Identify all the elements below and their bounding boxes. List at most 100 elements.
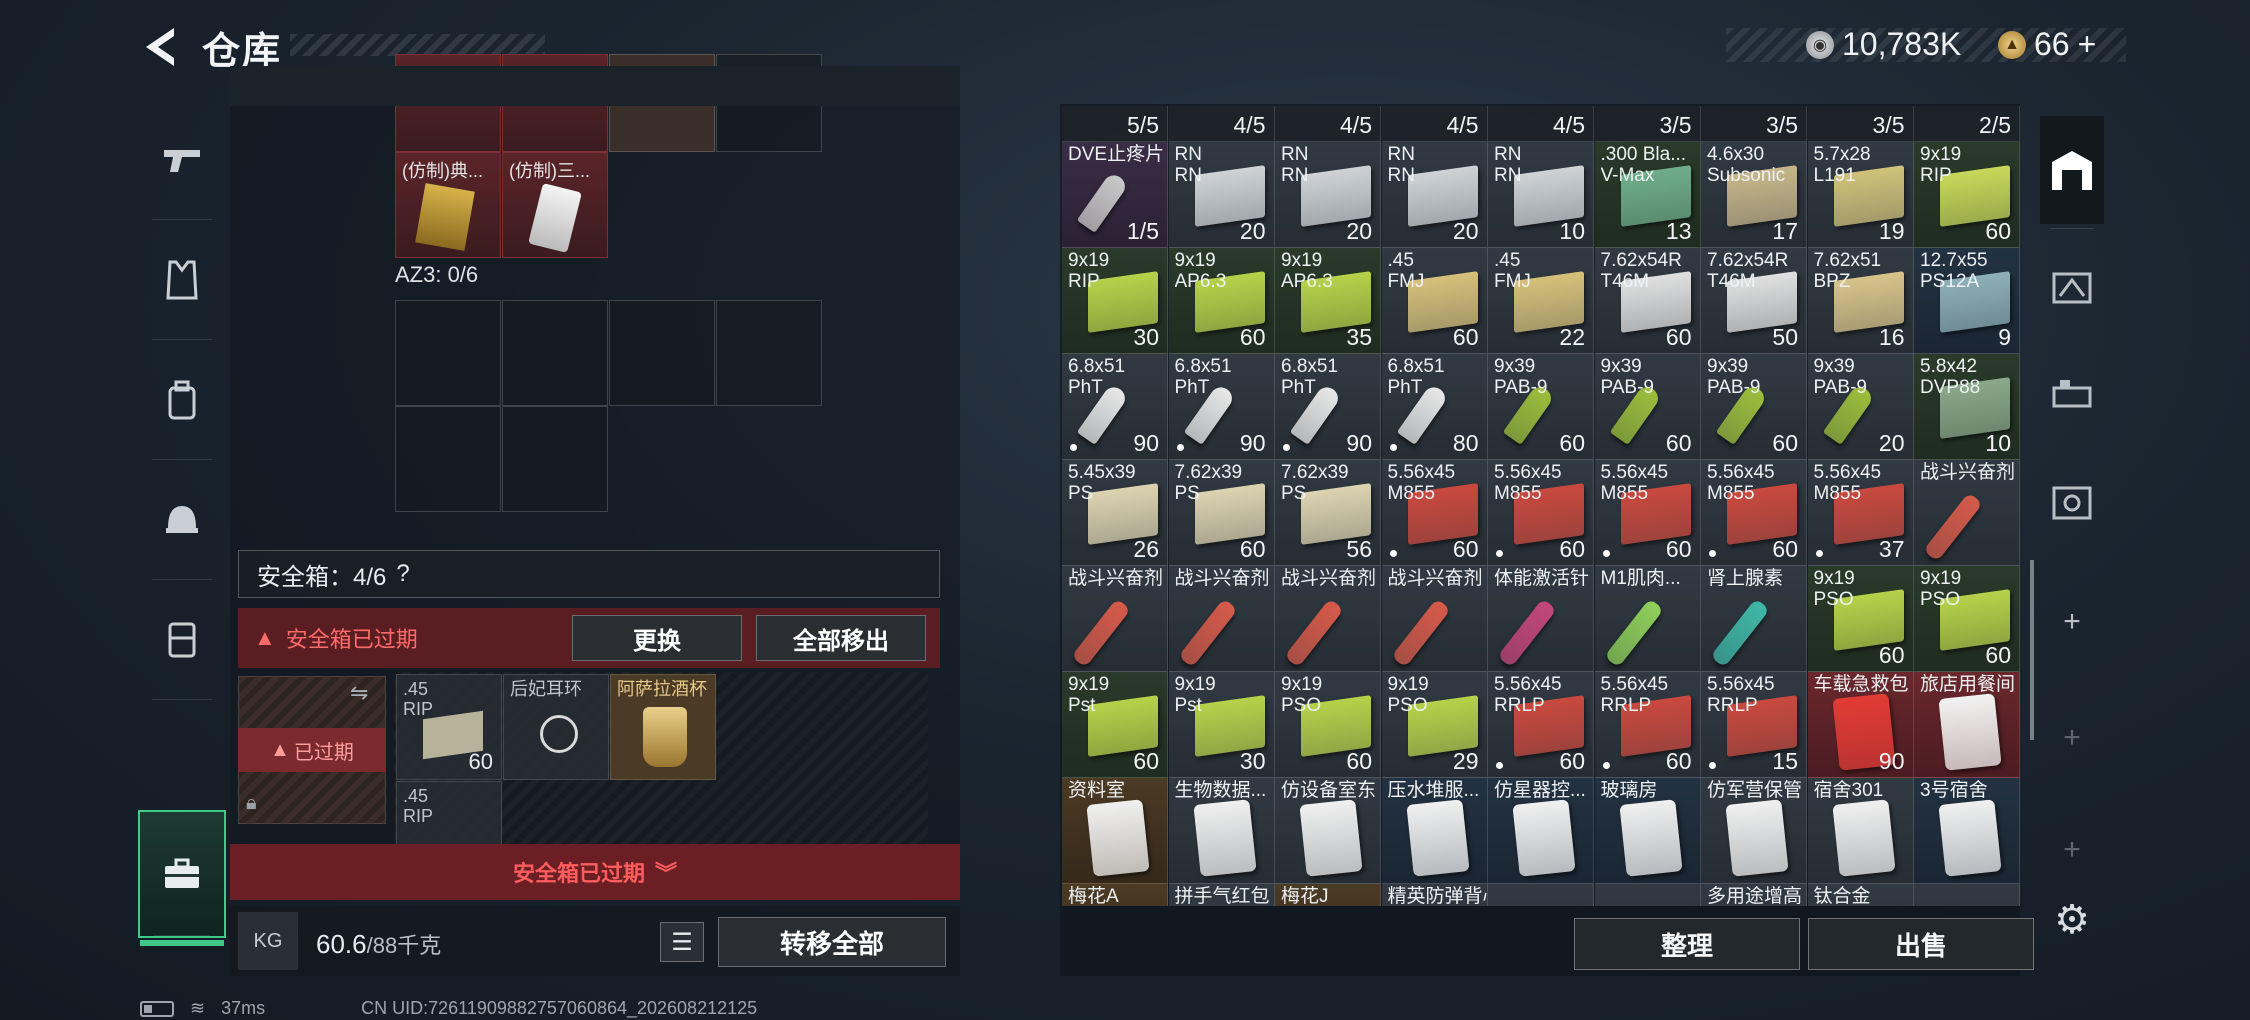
stash-item[interactable]: 精英防弹背心 — [1381, 884, 1488, 906]
stash-item[interactable]: .45 FMJ 60 — [1381, 248, 1488, 354]
stash-item[interactable]: 9x19 PSO 29 — [1381, 672, 1488, 778]
stash-item[interactable]: 5.8x42 DVP88 10 — [1914, 354, 2020, 460]
stash-item[interactable]: 5.56x45 M855 37 — [1807, 460, 1914, 566]
stash-item[interactable]: 5.56x45 RRLP 60 — [1594, 672, 1701, 778]
rnav-vault[interactable] — [2040, 448, 2104, 556]
az3-slot[interactable] — [502, 300, 608, 406]
replace-button[interactable]: 更换 — [572, 615, 742, 661]
stash-cell-partial[interactable]: 3/5 — [1807, 106, 1914, 142]
gold-plus-icon[interactable]: + — [2078, 26, 2097, 63]
stash-item[interactable]: 3号宿舍 — [1914, 778, 2020, 884]
rnav-warehouse[interactable] — [2040, 116, 2104, 224]
stash-item[interactable]: 5.56x45 RRLP 15 — [1701, 672, 1807, 778]
stash-item[interactable]: RN RN 20 — [1275, 142, 1381, 248]
stash-item[interactable]: 5.7x28 L191 19 — [1807, 142, 1914, 248]
az3-slot[interactable] — [395, 406, 501, 512]
stash-item[interactable]: 压水堆服... — [1381, 778, 1488, 884]
stash-item[interactable]: 7.62x39 PS 60 — [1168, 460, 1275, 566]
nav-safe-box[interactable] — [138, 810, 226, 946]
stash-item[interactable]: 战斗兴奋剂 — [1168, 566, 1275, 672]
sort-button[interactable]: 整理 — [1574, 918, 1800, 970]
nav-chest-rig[interactable] — [138, 580, 226, 700]
stash-item[interactable]: 9x39 PAB-9 60 — [1701, 354, 1807, 460]
stash-item[interactable]: 车载急救包 90 — [1807, 672, 1914, 778]
stash-item[interactable]: RN RN 20 — [1168, 142, 1275, 248]
az3-slot[interactable] — [502, 406, 608, 512]
safe-item[interactable]: 后妃耳环 — [503, 674, 609, 780]
rnav-add-3[interactable]: + — [2040, 796, 2104, 904]
stash-item[interactable]: 宿舍301 — [1807, 778, 1914, 884]
az3-slot[interactable] — [609, 300, 715, 406]
item-slot-replica-1[interactable]: (仿制)典... — [395, 152, 501, 258]
stash-cell-partial[interactable]: 5/5 — [1062, 106, 1168, 142]
stash-item[interactable]: 战斗兴奋剂 — [1275, 566, 1381, 672]
nav-pistol[interactable] — [138, 100, 226, 220]
stash-item[interactable]: 5.45x39 PS 26 — [1062, 460, 1168, 566]
stash-item[interactable] — [1914, 884, 2020, 906]
rnav-add-2[interactable]: + — [2040, 684, 2104, 792]
stash-item[interactable]: 5.56x45 M855 60 — [1488, 460, 1594, 566]
stash-cell-partial[interactable]: 4/5 — [1381, 106, 1488, 142]
stash-item[interactable] — [1488, 884, 1594, 906]
stash-item[interactable]: DVE止疼片 1/5 — [1062, 142, 1168, 248]
stash-item[interactable]: 9x19 Pst 60 — [1062, 672, 1168, 778]
stash-item[interactable]: 战斗兴奋剂 — [1062, 566, 1168, 672]
stash-item[interactable]: 5.56x45 M855 60 — [1381, 460, 1488, 566]
stash-item[interactable]: 9x39 PAB-9 60 — [1488, 354, 1594, 460]
stash-item[interactable]: 多用途增高 — [1701, 884, 1807, 906]
stash-item[interactable]: 9x19 RIP 60 — [1914, 142, 2020, 248]
stash-item[interactable]: .300 Bla... V-Max 13 — [1594, 142, 1701, 248]
stash-item[interactable]: 9x19 PSO 60 — [1914, 566, 2020, 672]
stash-item[interactable] — [1594, 884, 1701, 906]
sell-button[interactable]: 出售 — [1808, 918, 2034, 970]
stash-item[interactable]: 7.62x54R T46M 50 — [1701, 248, 1807, 354]
gold-currency[interactable]: ▲ 66 + — [1998, 26, 2096, 63]
stash-item[interactable]: 拼手气红包 — [1168, 884, 1275, 906]
stash-cell-partial[interactable]: 3/5 — [1594, 106, 1701, 142]
stash-item[interactable]: 7.62x39 PS 56 — [1275, 460, 1381, 566]
stash-item[interactable]: .45 FMJ 22 — [1488, 248, 1594, 354]
list-view-button[interactable]: ☰ — [660, 922, 704, 962]
safe-item[interactable]: 阿萨拉酒杯 — [610, 674, 716, 780]
transfer-all-button[interactable]: 转移全部 — [718, 917, 946, 967]
stash-item[interactable]: 6.8x51 PhT 90 — [1168, 354, 1275, 460]
stash-item[interactable]: RN RN 20 — [1381, 142, 1488, 248]
help-icon[interactable]: ? — [396, 560, 409, 588]
stash-item[interactable]: 5.56x45 M855 60 — [1701, 460, 1807, 566]
stash-item[interactable]: 6.8x51 PhT 80 — [1381, 354, 1488, 460]
stash-item[interactable]: 9x19 RIP 30 — [1062, 248, 1168, 354]
stash-cell-partial[interactable]: 4/5 — [1168, 106, 1275, 142]
az3-slot[interactable] — [716, 300, 822, 406]
stash-item[interactable]: 7.62x54R T46M 60 — [1594, 248, 1701, 354]
stash-cell-partial[interactable]: 2/5 — [1914, 106, 2020, 142]
stash-cell-partial[interactable]: 4/5 — [1488, 106, 1594, 142]
stash-item[interactable]: 9x19 AP6.3 35 — [1275, 248, 1381, 354]
stash-item[interactable]: 战斗兴奋剂 — [1914, 460, 2020, 566]
stash-item[interactable]: 9x19 PSO 60 — [1807, 566, 1914, 672]
stash-item[interactable]: 肾上腺素 — [1701, 566, 1807, 672]
stash-item[interactable]: 体能激活针 — [1488, 566, 1594, 672]
stash-item[interactable]: 9x19 AP6.3 60 — [1168, 248, 1275, 354]
stash-item[interactable]: 4.6x30 Subsonic 17 — [1701, 142, 1807, 248]
stash-cell-partial[interactable]: 4/5 — [1275, 106, 1381, 142]
stash-item[interactable]: 玻璃房 — [1594, 778, 1701, 884]
nav-armor[interactable] — [138, 220, 226, 340]
stash-item[interactable]: 6.8x51 PhT 90 — [1062, 354, 1168, 460]
stash-item[interactable]: 9x39 PAB-9 20 — [1807, 354, 1914, 460]
stash-cell-partial[interactable]: 3/5 — [1701, 106, 1807, 142]
settings-button[interactable]: ⚙ — [2050, 898, 2094, 942]
back-button[interactable] — [138, 22, 182, 72]
nav-helmet[interactable] — [138, 460, 226, 580]
stash-item[interactable]: 仿设备室东 — [1275, 778, 1381, 884]
stash-item[interactable]: 9x39 PAB-9 60 — [1594, 354, 1701, 460]
item-slot-replica-2[interactable]: (仿制)三... — [502, 152, 608, 258]
stash-item[interactable]: 仿军营保管 — [1701, 778, 1807, 884]
stash-item[interactable]: 9x19 PSO 60 — [1275, 672, 1381, 778]
stash-item[interactable]: RN RN 10 — [1488, 142, 1594, 248]
safe-expired-banner[interactable]: 安全箱已过期 ︾ — [230, 844, 960, 900]
stash-item[interactable]: 5.56x45 RRLP 60 — [1488, 672, 1594, 778]
stash-item[interactable]: 梅花J — [1275, 884, 1381, 906]
stash-item[interactable]: 旅店用餐间 — [1914, 672, 2020, 778]
stash-item[interactable]: 生物数据... — [1168, 778, 1275, 884]
stash-item[interactable]: 资料室 — [1062, 778, 1168, 884]
